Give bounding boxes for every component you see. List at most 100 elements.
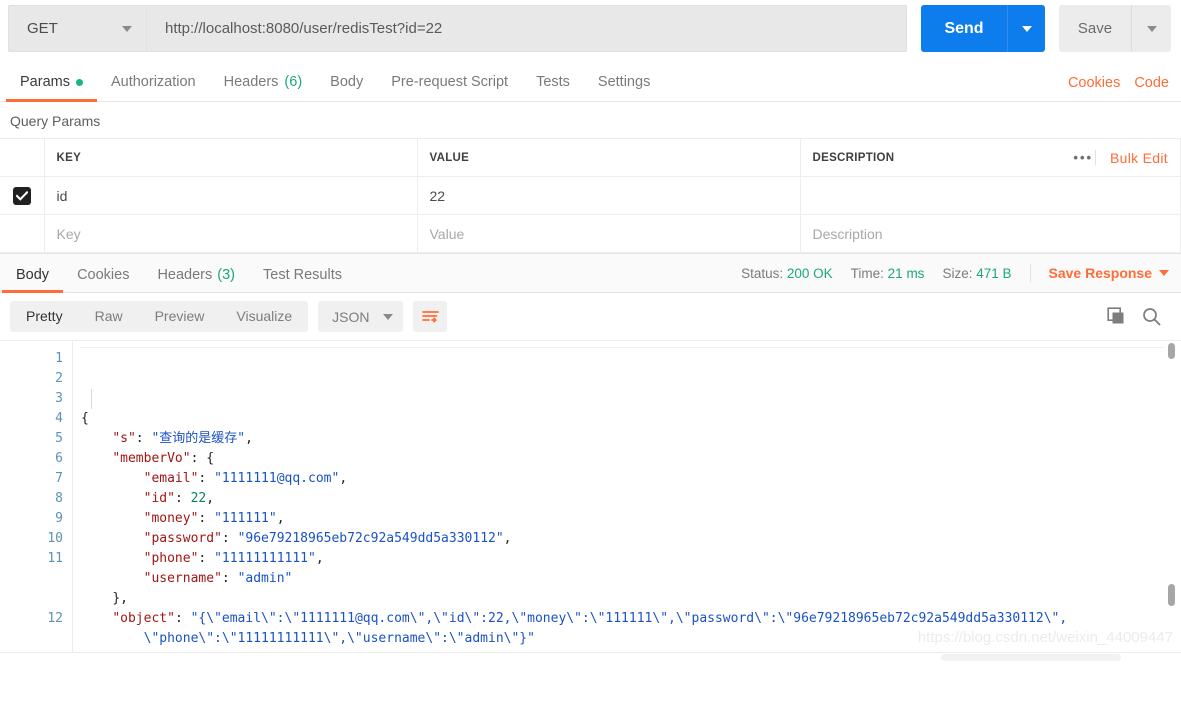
bulk-edit-button[interactable]: Bulk Edit xyxy=(1110,150,1168,166)
tab-headers[interactable]: Headers (6) xyxy=(210,74,317,101)
code-token: "object" xyxy=(112,611,175,626)
line-number: 8 xyxy=(55,491,63,506)
send-button[interactable]: Send xyxy=(921,5,1007,52)
code-token: { xyxy=(206,451,215,466)
code-token: { xyxy=(81,411,89,426)
wrap-lines-button[interactable] xyxy=(413,301,448,332)
param-value-value: 22 xyxy=(429,187,446,204)
view-mode-pretty[interactable]: Pretty xyxy=(10,301,79,332)
new-param-value-input[interactable]: Value xyxy=(417,214,801,253)
response-tab-test-results[interactable]: Test Results xyxy=(249,267,356,292)
response-tab-headers-label: Headers xyxy=(157,267,213,283)
more-options-icon[interactable]: ••• xyxy=(1073,150,1097,165)
code-link[interactable]: Code xyxy=(1134,75,1169,91)
tab-pre-request-script[interactable]: Pre-request Script xyxy=(377,74,522,101)
code-token: "96e79218965eb72c92a549dd5a330112" xyxy=(237,531,504,546)
code-token: , xyxy=(276,511,285,526)
search-button[interactable] xyxy=(1142,307,1161,326)
tab-authorization[interactable]: Authorization xyxy=(97,74,210,101)
postman-window: GET http://localhost:8080/user/redisTest… xyxy=(0,0,1181,710)
param-enabled-checkbox[interactable] xyxy=(12,186,31,205)
time-badge: Time: 21 ms xyxy=(851,266,925,281)
code-token: "1111111@qq.com" xyxy=(214,471,340,486)
save-response-button[interactable]: Save Response xyxy=(1049,265,1169,281)
new-param-description-input[interactable]: Description xyxy=(800,214,1181,253)
copy-button[interactable] xyxy=(1107,307,1126,326)
response-tab-headers[interactable]: Headers (3) xyxy=(143,267,249,292)
request-url-value: http://localhost:8080/user/redisTest?id=… xyxy=(165,20,443,37)
code-token: , xyxy=(503,531,512,546)
code-line: { xyxy=(81,409,1181,429)
code-token: "11111111111" xyxy=(214,551,316,566)
header-value: VALUE xyxy=(417,138,801,177)
view-mode-preview[interactable]: Preview xyxy=(139,301,221,332)
send-options-button[interactable] xyxy=(1007,5,1045,52)
save-button-group: Save xyxy=(1059,5,1171,52)
horizontal-scrollbar-track[interactable] xyxy=(0,652,1181,662)
table-header-row: KEY VALUE DESCRIPTION ••• Bulk Edit xyxy=(0,138,1181,177)
code-token: , xyxy=(315,551,324,566)
http-method-select[interactable]: GET xyxy=(8,5,147,52)
response-format-select[interactable]: JSON xyxy=(318,301,404,332)
horizontal-scrollbar-thumb[interactable] xyxy=(941,654,1121,661)
request-url-bar: GET http://localhost:8080/user/redisTest… xyxy=(0,0,1181,57)
header-key: KEY xyxy=(44,138,418,177)
header-description-label: DESCRIPTION xyxy=(812,151,895,164)
vertical-scrollbar-thumb-bottom[interactable] xyxy=(1168,584,1175,606)
request-url-input[interactable]: http://localhost:8080/user/redisTest?id=… xyxy=(147,5,907,52)
save-button[interactable]: Save xyxy=(1059,5,1131,52)
cookies-link[interactable]: Cookies xyxy=(1068,75,1120,91)
line-number: 6 xyxy=(55,451,63,466)
param-value-cell[interactable]: 22 xyxy=(417,176,801,215)
query-params-table: KEY VALUE DESCRIPTION ••• Bulk Edit id 2… xyxy=(0,138,1181,253)
code-line: "phone": "11111111111", xyxy=(81,549,1181,569)
code-token: , xyxy=(206,491,215,506)
response-tab-body[interactable]: Body xyxy=(2,267,64,293)
header-description: DESCRIPTION ••• Bulk Edit xyxy=(800,138,1181,177)
line-number: 1 xyxy=(55,351,63,366)
param-description-cell[interactable] xyxy=(800,176,1181,215)
new-param-key-input[interactable]: Key xyxy=(44,214,418,253)
response-body-code: 1 2 3 4 5 6 7 8 9 10 11 12 { "s": "查询的是缓存", "member… xyxy=(0,341,1181,662)
code-line: }, xyxy=(81,589,1181,609)
code-token: : xyxy=(190,451,207,466)
code-line: "email": "1111111@qq.com", xyxy=(81,469,1181,489)
json-code-content[interactable]: { "s": "查询的是缓存", "memberVo": { "email": … xyxy=(72,341,1181,662)
response-tabs: Body Cookies Headers (3) Test Results xyxy=(0,254,356,293)
tab-settings[interactable]: Settings xyxy=(584,74,664,101)
code-token: : xyxy=(198,551,215,566)
tab-body[interactable]: Body xyxy=(316,74,377,101)
view-mode-raw[interactable]: Raw xyxy=(79,301,139,332)
code-line: "memberVo": { xyxy=(81,449,1181,469)
table-row: id 22 xyxy=(0,176,1181,215)
code-token: : xyxy=(198,471,215,486)
code-token: "phone" xyxy=(143,551,199,566)
param-key-cell[interactable]: id xyxy=(44,176,418,215)
table-row-empty: Key Value Description xyxy=(0,214,1181,253)
search-icon xyxy=(1143,308,1161,326)
new-param-value-placeholder: Value xyxy=(429,225,465,242)
response-body-viewer[interactable]: 1 2 3 4 5 6 7 8 9 10 11 12 { "s": "查询的是缓存", "member… xyxy=(0,340,1181,662)
save-options-button[interactable] xyxy=(1131,5,1171,52)
code-token: , xyxy=(245,431,253,446)
response-tab-body-label: Body xyxy=(16,267,50,283)
line-number: 4 xyxy=(55,411,63,426)
code-token: "{\"email\":\"1111111@qq.com\",\"id\":22… xyxy=(143,611,1068,646)
tab-tests[interactable]: Tests xyxy=(522,74,584,101)
tab-params[interactable]: Params xyxy=(6,74,97,102)
response-tab-cookies[interactable]: Cookies xyxy=(63,267,143,292)
view-mode-visualize[interactable]: Visualize xyxy=(220,301,308,332)
tab-pre-request-script-label: Pre-request Script xyxy=(391,74,509,90)
code-token: }, xyxy=(112,591,128,606)
tab-authorization-label: Authorization xyxy=(110,74,196,90)
tab-headers-label: Headers xyxy=(223,74,279,90)
code-token: : xyxy=(135,431,152,446)
indent-guide xyxy=(91,389,92,409)
vertical-scrollbar-thumb-top[interactable] xyxy=(1168,343,1175,359)
size-label: Size: xyxy=(942,265,973,281)
